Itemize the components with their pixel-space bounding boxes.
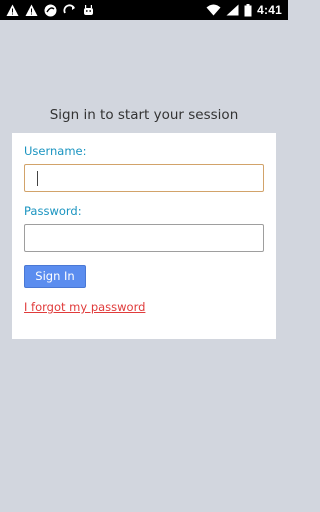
warning-icon <box>25 4 38 17</box>
clock: 4:41 <box>257 3 282 17</box>
login-card: Username: Password: Sign In I forgot my … <box>12 133 276 339</box>
username-input[interactable] <box>24 164 264 192</box>
status-bar: 4:41 <box>0 0 288 20</box>
android-icon <box>82 4 95 17</box>
login-title: Sign in to start your session <box>49 107 239 123</box>
notification-icon <box>6 4 19 17</box>
password-label: Password: <box>24 204 82 218</box>
app-icon <box>44 4 57 17</box>
username-label: Username: <box>24 144 87 158</box>
wifi-icon <box>206 4 221 16</box>
text-cursor <box>37 171 38 186</box>
forgot-password-link[interactable]: I forgot my password <box>24 300 145 314</box>
status-bar-left <box>6 2 95 18</box>
status-bar-right: 4:41 <box>206 2 282 18</box>
rotate-icon <box>63 3 76 17</box>
signal-icon <box>226 4 239 16</box>
password-input[interactable] <box>24 224 264 252</box>
sign-in-button[interactable]: Sign In <box>24 265 86 288</box>
battery-icon <box>244 3 252 17</box>
